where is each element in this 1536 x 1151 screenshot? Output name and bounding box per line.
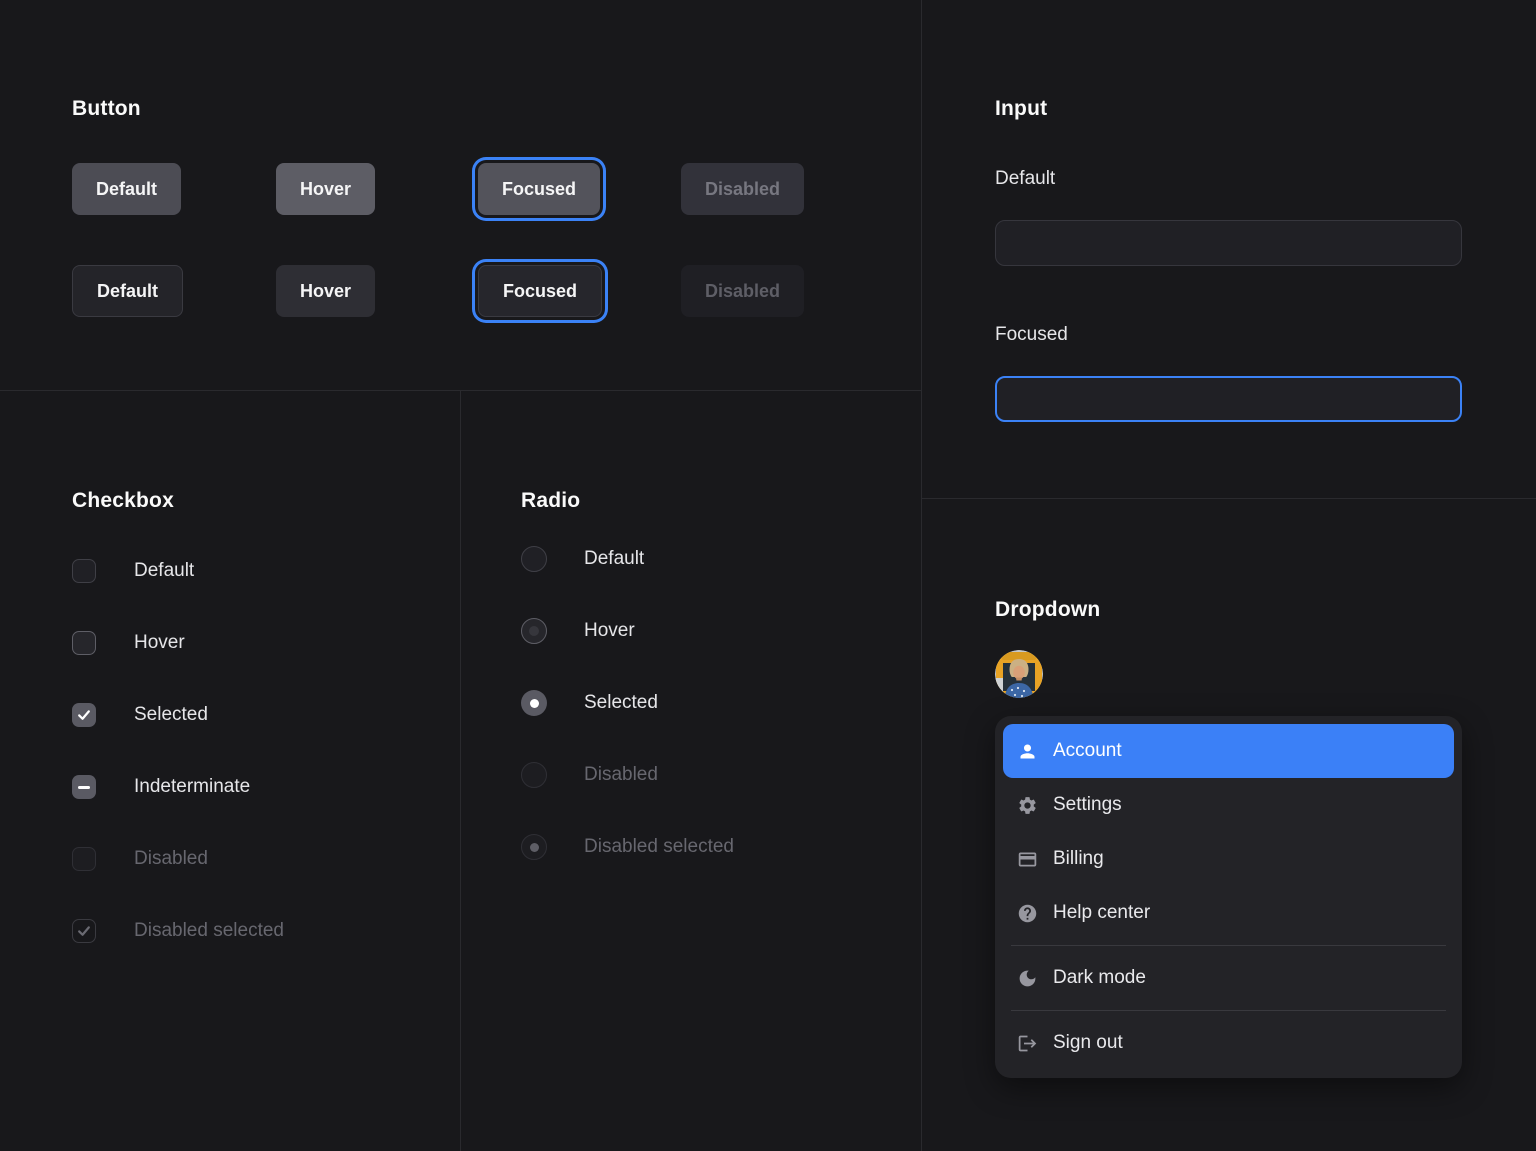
radio-label: Disabled <box>584 764 658 786</box>
input-focused-label: Focused <box>995 324 1068 346</box>
radio-label: Hover <box>584 620 635 642</box>
checkbox-disabled <box>72 847 96 871</box>
user-icon <box>1016 740 1038 762</box>
radio-row-disabled: Disabled <box>521 762 658 788</box>
button-tertiary-hover[interactable]: Hover <box>276 265 375 317</box>
button-tertiary-disabled: Disabled <box>681 265 804 317</box>
menu-item-billing[interactable]: Billing <box>1003 832 1454 886</box>
radio-section-title: Radio <box>521 489 580 513</box>
radio-disabled <box>521 762 547 788</box>
dropdown-section-title: Dropdown <box>995 598 1100 622</box>
divider-horizontal-right <box>921 498 1536 499</box>
radio-label: Default <box>584 548 644 570</box>
menu-item-label: Billing <box>1053 848 1104 870</box>
radio-disabled-selected <box>521 834 547 860</box>
checkbox-label: Selected <box>134 704 208 726</box>
input-section-title: Input <box>995 97 1047 121</box>
radio-dot <box>530 699 539 708</box>
credit-card-icon <box>1016 848 1038 870</box>
menu-item-help-center[interactable]: Help center <box>1003 886 1454 940</box>
dropdown-menu: Account Settings Billing Help center Da <box>995 716 1462 1078</box>
radio-row-selected: Selected <box>521 690 658 716</box>
button-hover[interactable]: Hover <box>276 163 375 215</box>
radio-label: Disabled selected <box>584 836 734 858</box>
radio-row-disabled-selected: Disabled selected <box>521 834 734 860</box>
check-icon <box>76 923 92 939</box>
checkbox-row-disabled: Disabled <box>72 847 208 871</box>
radio-dot <box>529 626 539 636</box>
divider-vertical-bottom <box>460 390 461 1151</box>
menu-item-sign-out[interactable]: Sign out <box>1003 1016 1454 1070</box>
checkbox-row-default: Default <box>72 559 194 583</box>
radio-hover[interactable] <box>521 618 547 644</box>
radio-selected[interactable] <box>521 690 547 716</box>
input-default-label: Default <box>995 168 1055 190</box>
checkbox-indeterminate[interactable] <box>72 775 96 799</box>
menu-item-label: Dark mode <box>1053 967 1146 989</box>
divider-vertical-main <box>921 0 922 1151</box>
radio-row-default: Default <box>521 546 644 572</box>
button-default[interactable]: Default <box>72 163 181 215</box>
input-default-field[interactable] <box>995 220 1462 266</box>
checkbox-hover[interactable] <box>72 631 96 655</box>
checkbox-row-indeterminate: Indeterminate <box>72 775 250 799</box>
menu-item-dark-mode[interactable]: Dark mode <box>1003 951 1454 1005</box>
button-tertiary-focused[interactable]: Focused <box>478 265 602 317</box>
checkbox-label: Indeterminate <box>134 776 250 798</box>
radio-default[interactable] <box>521 546 547 572</box>
radio-row-hover: Hover <box>521 618 635 644</box>
menu-item-label: Settings <box>1053 794 1122 816</box>
checkbox-row-disabled-selected: Disabled selected <box>72 919 284 943</box>
moon-icon <box>1016 967 1038 989</box>
menu-item-settings[interactable]: Settings <box>1003 778 1454 832</box>
menu-divider <box>1011 945 1446 946</box>
sign-out-icon <box>1016 1032 1038 1054</box>
menu-item-label: Account <box>1053 740 1122 762</box>
checkbox-label: Disabled <box>134 848 208 870</box>
help-circle-icon <box>1016 902 1038 924</box>
input-focused-field[interactable] <box>995 376 1462 422</box>
checkbox-row-selected: Selected <box>72 703 208 727</box>
menu-item-account[interactable]: Account <box>1003 724 1454 778</box>
checkbox-selected[interactable] <box>72 703 96 727</box>
avatar-photo <box>995 650 1043 698</box>
checkbox-disabled-selected <box>72 919 96 943</box>
menu-item-label: Sign out <box>1053 1032 1123 1054</box>
checkbox-default[interactable] <box>72 559 96 583</box>
button-tertiary-default[interactable]: Default <box>72 265 183 317</box>
checkbox-section-title: Checkbox <box>72 489 174 513</box>
button-focused[interactable]: Focused <box>478 163 600 215</box>
component-showcase: Button Default Hover Focused Disabled De… <box>0 0 1536 1151</box>
checkbox-label: Default <box>134 560 194 582</box>
checkbox-row-hover: Hover <box>72 631 185 655</box>
checkbox-label: Disabled selected <box>134 920 284 942</box>
button-section-title: Button <box>72 97 141 121</box>
radio-dot <box>530 843 539 852</box>
button-disabled: Disabled <box>681 163 804 215</box>
check-icon <box>76 707 92 723</box>
menu-item-label: Help center <box>1053 902 1150 924</box>
menu-divider <box>1011 1010 1446 1011</box>
radio-label: Selected <box>584 692 658 714</box>
checkbox-label: Hover <box>134 632 185 654</box>
indeterminate-dash-icon <box>78 786 90 789</box>
user-avatar[interactable] <box>995 650 1043 698</box>
gear-icon <box>1016 794 1038 816</box>
